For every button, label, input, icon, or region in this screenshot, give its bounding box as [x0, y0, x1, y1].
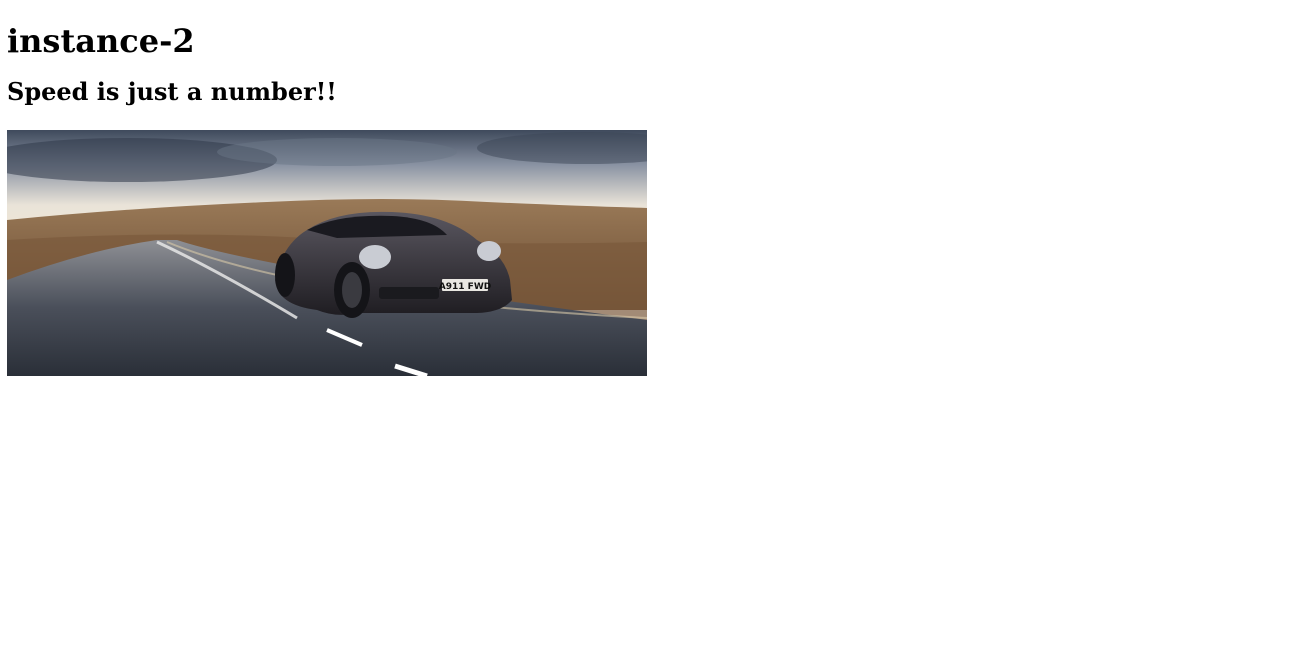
car-hero-image: A911 FWD [7, 130, 647, 376]
page-content: instance-2 Speed is just a number!! A911… [0, 0, 1291, 376]
svg-text:A911 FWD: A911 FWD [439, 282, 491, 292]
page-subheading: Speed is just a number!! [7, 77, 337, 106]
page-heading: instance-2 [7, 22, 195, 60]
